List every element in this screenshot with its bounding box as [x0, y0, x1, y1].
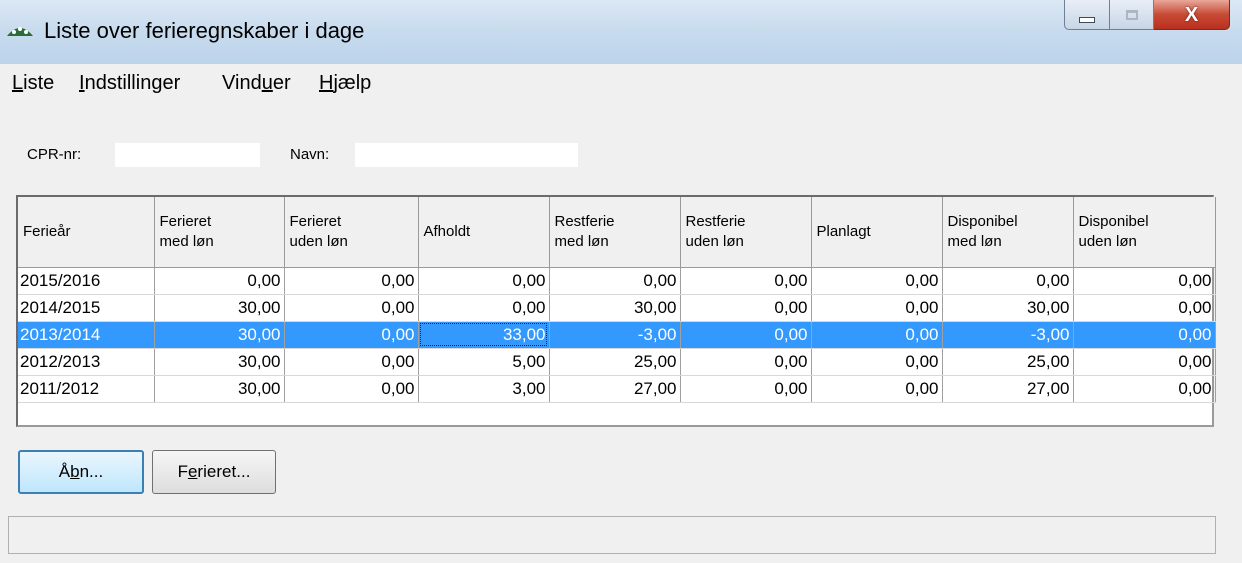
table-cell: 0,00	[418, 294, 550, 322]
table-cell: 0,00	[284, 294, 419, 322]
table-cell: 0,00	[284, 375, 419, 403]
maximize-button[interactable]	[1110, 0, 1154, 30]
table-row[interactable]: 2011/2012 30,00 0,00 3,00 27,00 0,00 0,00 27,00…	[18, 375, 1216, 403]
table-cell: 2014/2015	[18, 294, 155, 322]
table-cell: 2012/2013	[18, 348, 155, 376]
table-body: 2015/2016 0,00 0,00 0,00 0,00 0,00 0,00 0,00 0,0…	[18, 267, 1216, 403]
table-cell: 0,00	[284, 321, 419, 349]
column-header[interactable]: Ferieret med løn	[154, 197, 285, 268]
table-cell: 30,00	[154, 294, 285, 322]
table-cell: 30,00	[154, 375, 285, 403]
table-cell: 0,00	[811, 375, 943, 403]
name-value	[355, 143, 578, 167]
table-cell: 2013/2014	[18, 321, 155, 349]
table-cell: 0,00	[680, 294, 812, 322]
table-cell: 30,00	[154, 348, 285, 376]
table-cell: 0,00	[811, 321, 943, 349]
menu-bar: Liste Indstillinger Vinduer Hjælp	[0, 64, 1242, 104]
table-row[interactable]: 2015/2016 0,00 0,00 0,00 0,00 0,00 0,00 0,00 0,0…	[18, 267, 1216, 295]
window-controls: X	[1064, 0, 1230, 30]
title-bar[interactable]: Liste over ferieregnskaber i dage X	[0, 0, 1242, 64]
open-button[interactable]: Åb n...	[18, 450, 144, 494]
column-header[interactable]: Ferieår	[18, 197, 155, 268]
menu-liste[interactable]: Liste	[12, 72, 54, 95]
cpr-label: CPR-nr:	[27, 146, 82, 163]
menu-vinduer[interactable]: Vinduer	[222, 72, 291, 95]
table-cell: 2011/2012	[18, 375, 155, 403]
table-cell: 30,00	[154, 321, 285, 349]
close-icon: X	[1184, 3, 1199, 26]
table-cell: 0,00	[942, 267, 1074, 295]
window-title: Liste over ferieregnskaber i dage	[44, 18, 365, 43]
menu-indstillinger[interactable]: Indstillinger	[79, 72, 180, 95]
table-cell: 0,00	[1073, 348, 1216, 376]
table-cell: 27,00	[549, 375, 681, 403]
cpr-value	[115, 143, 260, 167]
table-cell: 0,00	[680, 321, 812, 349]
column-header[interactable]: Restferie med løn	[549, 197, 681, 268]
table-cell: 0,00	[680, 267, 812, 295]
table-cell: 25,00	[942, 348, 1074, 376]
name-label: Navn:	[290, 146, 330, 163]
table-cell: 25,00	[549, 348, 681, 376]
column-header[interactable]: Afholdt	[418, 197, 550, 268]
vacation-entitlement-button[interactable]: Fe rieret...	[152, 450, 276, 494]
table-header-row: Ferieår Ferieret med løn Ferieret uden løn Af…	[18, 197, 1216, 268]
table-cell: 0,00	[811, 267, 943, 295]
table-cell: 30,00	[942, 294, 1074, 322]
minimize-icon	[1079, 16, 1095, 23]
column-header[interactable]: Ferieret uden løn	[284, 197, 419, 268]
column-header[interactable]: Restferie uden løn	[680, 197, 812, 268]
table-cell: 30,00	[549, 294, 681, 322]
column-header[interactable]: Planlagt	[811, 197, 943, 268]
table-cell: 33,00	[418, 321, 550, 349]
table-row[interactable]: 2014/2015 30,00 0,00 0,00 30,00 0,00 0,00 30,00…	[18, 294, 1216, 322]
table-cell: 0,00	[154, 267, 285, 295]
maximize-icon	[1125, 9, 1138, 20]
table-cell: 0,00	[418, 267, 550, 295]
column-header[interactable]: Disponibel uden løn	[1073, 197, 1216, 268]
minimize-button[interactable]	[1064, 0, 1110, 30]
close-button[interactable]: X	[1154, 0, 1230, 30]
table-cell: 0,00	[1073, 294, 1216, 322]
table-row[interactable]: 2012/2013 30,00 0,00 5,00 25,00 0,00 0,00 25,00…	[18, 348, 1216, 376]
menu-hjaelp[interactable]: Hjælp	[319, 72, 371, 95]
table-cell: 0,00	[1073, 375, 1216, 403]
vacation-grid[interactable]: Ferieår Ferieret med løn Ferieret uden løn Af…	[16, 195, 1216, 427]
table-cell: 3,00	[418, 375, 550, 403]
table-row[interactable]: 2013/2014 30,00 0,00 33,00 -3,00 0,00 0,00 -3,0…	[18, 321, 1216, 349]
column-header[interactable]: Disponibel med løn	[942, 197, 1074, 268]
app-icon	[7, 27, 33, 36]
table-cell: 2015/2016	[18, 267, 155, 295]
table-cell: 0,00	[549, 267, 681, 295]
table-cell: 0,00	[284, 348, 419, 376]
table-cell: 0,00	[811, 294, 943, 322]
table-cell: -3,00	[942, 321, 1074, 349]
table-cell: 0,00	[680, 375, 812, 403]
status-bar	[8, 516, 1216, 554]
table-cell: 27,00	[942, 375, 1074, 403]
table-cell: 0,00	[284, 267, 419, 295]
table-cell: -3,00	[549, 321, 681, 349]
table-cell: 0,00	[1073, 321, 1216, 349]
table-cell: 0,00	[680, 348, 812, 376]
table-cell: 0,00	[1073, 267, 1216, 295]
table-cell: 5,00	[418, 348, 550, 376]
vacation-table: Ferieår Ferieret med løn Ferieret uden løn Af…	[18, 197, 1216, 403]
table-cell: 0,00	[811, 348, 943, 376]
